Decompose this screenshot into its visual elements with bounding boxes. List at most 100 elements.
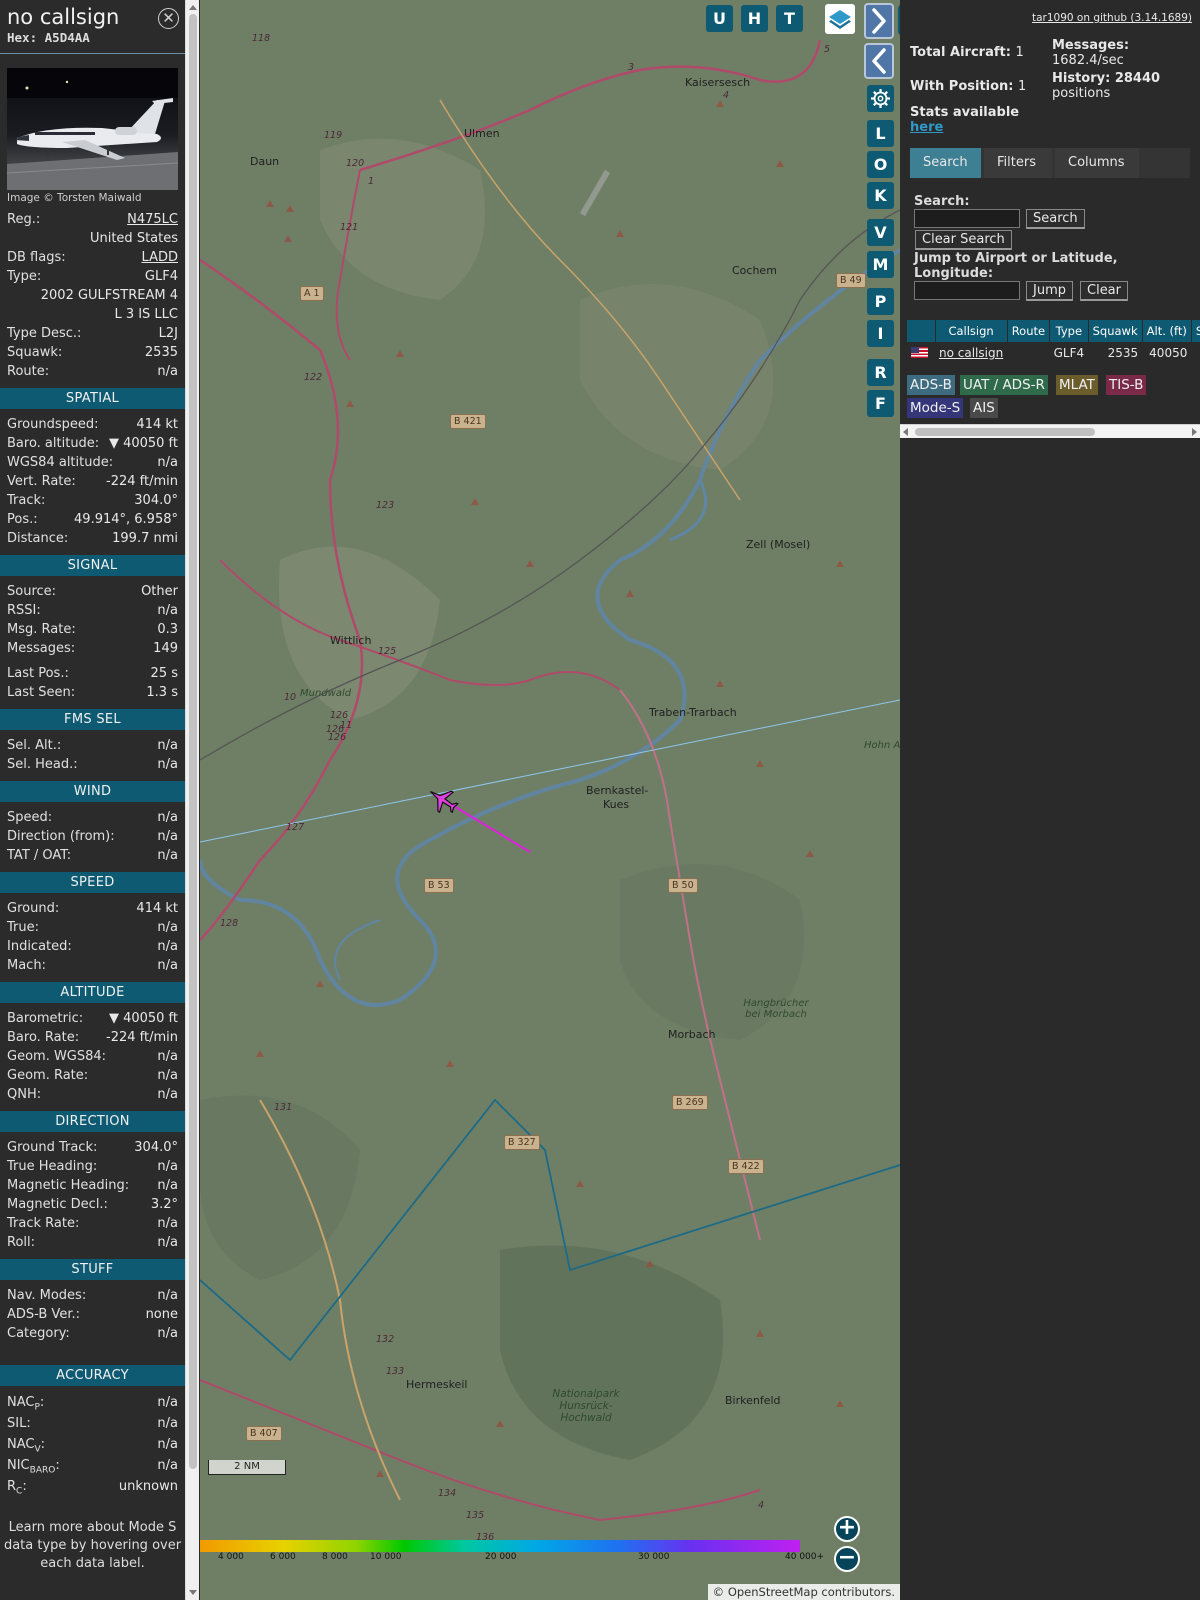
info-key-sub: C (16, 1486, 23, 1497)
info-value: n/a (157, 829, 178, 844)
toggle-o-button[interactable]: O (867, 151, 894, 178)
table-cell: 40050 (1149, 346, 1188, 360)
back-button[interactable] (864, 43, 894, 79)
column-header[interactable]: Alt. (ft) (1142, 320, 1192, 342)
table-scrollbar[interactable] (900, 424, 1200, 438)
search-input[interactable] (914, 209, 1020, 228)
aircraft-info-panel: no callsign Hex: A5D4AA ✕ Image © Torste… (0, 0, 185, 1600)
settings-button[interactable] (867, 85, 894, 112)
scroll-up-icon[interactable] (189, 5, 197, 10)
column-header[interactable]: S (1191, 320, 1200, 342)
column-header[interactable]: Squawk (1088, 320, 1143, 342)
stats-link[interactable]: here (910, 120, 1019, 135)
route-number: 123 (376, 500, 395, 511)
table-cell (1191, 342, 1200, 364)
column-header[interactable]: Callsign (935, 320, 1008, 342)
info-row: Track: 304.0° (0, 491, 185, 510)
section-header[interactable]: STUFF (0, 1259, 185, 1280)
jump-button[interactable]: Jump (1026, 281, 1073, 301)
section-header[interactable]: ALTITUDE (0, 982, 185, 1003)
source-mlat-badge[interactable]: MLAT (1056, 375, 1098, 395)
info-value: n/a (157, 939, 178, 954)
map-attribution: © OpenStreetMap contributors. (707, 1584, 900, 1600)
route-number: 125 (378, 646, 397, 657)
section-header[interactable]: DIRECTION (0, 1111, 185, 1132)
source-uat-ads-r-badge[interactable]: UAT / ADS-R (960, 375, 1048, 395)
info-value: n/a (157, 1395, 178, 1410)
image-credit: Image © Torsten Maiwald (7, 192, 142, 204)
map-view[interactable]: Kaisersesch Ulmen Daun Cochem Zell (Mose… (200, 0, 900, 1600)
search-button[interactable]: Search (1026, 209, 1085, 229)
collapse-sidebar-button[interactable] (864, 3, 894, 39)
section-header[interactable]: SIGNAL (0, 555, 185, 576)
road-shield: A 1 (300, 286, 324, 301)
toggle-v-button[interactable]: V (867, 219, 894, 246)
info-value: 2002 GULFSTREAM 4 (40, 288, 178, 303)
zoom-in-button[interactable]: + (834, 1516, 860, 1542)
layers-button[interactable] (825, 4, 855, 34)
scroll-down-icon[interactable] (189, 1590, 197, 1595)
jump-input[interactable] (914, 281, 1020, 300)
scroll-left-icon[interactable] (903, 428, 908, 436)
source-ads-b-badge[interactable]: ADS-B (907, 375, 955, 395)
toggle-l-button[interactable]: L (867, 120, 894, 147)
section-header[interactable]: ACCURACY (0, 1365, 185, 1386)
altitude-tick: 10 000 (370, 1552, 402, 1562)
info-row: Type: GLF4 (0, 267, 185, 286)
clear-button[interactable]: Clear (1080, 281, 1128, 301)
toggle-t-button[interactable]: T (776, 5, 803, 32)
tab-filters[interactable]: Filters (984, 148, 1052, 178)
section-header[interactable]: SPEED (0, 872, 185, 893)
route-number: 134 (438, 1488, 457, 1499)
section-header[interactable]: FMS SEL (0, 709, 185, 730)
source-ais-badge[interactable]: AIS (970, 398, 998, 418)
source-tis-b-badge[interactable]: TIS-B (1106, 375, 1147, 395)
close-icon[interactable]: ✕ (158, 8, 179, 29)
info-key: Mach: (7, 958, 46, 973)
column-header[interactable]: Route (1007, 320, 1051, 342)
info-scrollbar[interactable] (185, 0, 199, 1600)
zoom-out-button[interactable]: − (834, 1546, 860, 1572)
tab-search[interactable]: Search (910, 148, 981, 178)
info-row: Roll: n/a (0, 1233, 185, 1252)
source-mode-s-badge[interactable]: Mode-S (907, 398, 964, 418)
toggle-m-button[interactable]: M (867, 251, 894, 278)
toggle-k-button[interactable]: K (867, 182, 894, 209)
nature-label: Nationalpark Hunsrück-Hochwald (552, 1388, 620, 1424)
info-key: Ground Track: (7, 1140, 98, 1155)
info-row: Route: n/a (0, 362, 185, 381)
toggle-h-button[interactable]: H (741, 5, 768, 32)
info-key: Geom. WGS84: (7, 1049, 107, 1064)
clear-search-button[interactable]: Clear Search (915, 230, 1012, 250)
info-key: Sel. Head.: (7, 757, 78, 772)
toggle-f-button[interactable]: F (867, 390, 894, 417)
place-label: Birkenfeld (725, 1394, 781, 1407)
info-key: Type Desc.: (7, 326, 82, 341)
altitude-tick: 40 000+ (785, 1552, 825, 1562)
table-cell[interactable]: no callsign (935, 342, 1007, 364)
info-value[interactable]: N475LC (127, 210, 178, 229)
toggle-i-button[interactable]: I (867, 320, 894, 347)
column-header[interactable]: Type (1049, 320, 1089, 342)
section-header[interactable]: SPATIAL (0, 388, 185, 409)
tab-columns[interactable]: Columns (1055, 148, 1139, 178)
section-header[interactable]: WIND (0, 781, 185, 802)
aircraft-photo[interactable] (7, 68, 178, 190)
scroll-right-icon[interactable] (1192, 428, 1197, 436)
osm-link[interactable]: OpenStreetMap (728, 1585, 818, 1599)
scrollbar-thumb[interactable] (189, 14, 197, 1469)
scrollbar-thumb[interactable] (915, 428, 1095, 436)
nature-label: Hangbrücher bei Morbach (743, 998, 809, 1020)
info-value: n/a (157, 738, 178, 753)
attribution-rest: contributors. (821, 1585, 895, 1599)
toggle-u-button[interactable]: U (706, 5, 733, 32)
info-key-text: NAC (7, 1395, 35, 1410)
github-link[interactable]: tar1090 on github (3.14.1689) (1032, 12, 1192, 24)
toggle-p-button[interactable]: P (867, 288, 894, 315)
info-value: n/a (157, 1288, 178, 1303)
info-row: 2002 GULFSTREAM 4 (0, 286, 185, 305)
info-value[interactable]: LADD (142, 248, 178, 267)
table-row[interactable]: no callsign GLF4 2535 40050 (907, 342, 1200, 364)
column-header[interactable] (907, 320, 936, 342)
toggle-r-button[interactable]: R (867, 359, 894, 386)
